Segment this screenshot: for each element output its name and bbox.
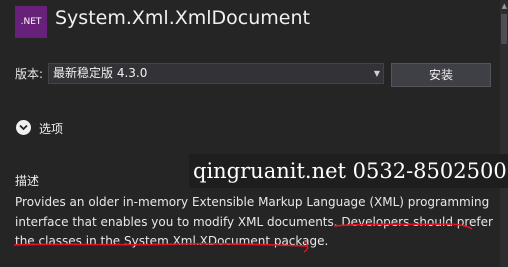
install-button[interactable]: 安装 [391, 63, 491, 87]
watermark-overlay: qingruanit.net 0532-85025005 [189, 154, 508, 188]
version-label: 版本: [15, 67, 44, 81]
description-heading: 描述 [15, 174, 40, 188]
description-text: Provides an older in-memory Extensible M… [15, 195, 493, 248]
version-dropdown[interactable]: 最新稳定版 4.3.0 ▼ [48, 63, 384, 84]
chevron-down-icon: ▼ [373, 69, 380, 78]
options-label: 选项 [39, 122, 64, 136]
dotnet-package-icon: .NET [15, 6, 47, 38]
version-selected-value: 最新稳定版 4.3.0 [53, 66, 148, 80]
chevron-down-circle-icon [16, 120, 31, 135]
vertical-scrollbar[interactable]: ▲ [500, 0, 508, 267]
package-title: System.Xml.XmlDocument [55, 7, 310, 29]
scroll-up-icon[interactable]: ▲ [502, 2, 507, 10]
scrollbar-thumb[interactable] [501, 14, 507, 44]
